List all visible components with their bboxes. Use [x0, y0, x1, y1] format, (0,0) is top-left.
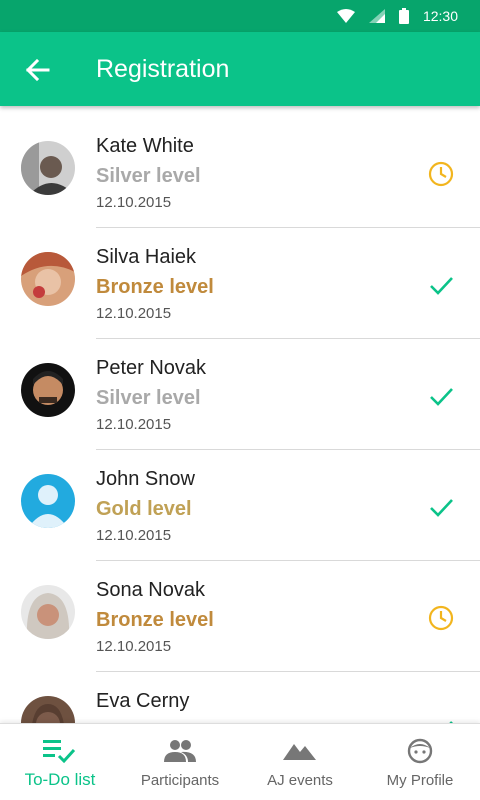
battery-icon: [398, 8, 409, 24]
avatar: [21, 252, 75, 306]
app-bar: Registration: [0, 32, 480, 106]
nav-my-profile[interactable]: My Profile: [360, 724, 480, 800]
level-label: Bronze level: [96, 609, 214, 631]
participant-name: Sona Novak: [96, 579, 205, 601]
list-item[interactable]: Silva Haiek Bronze level 12.10.2015: [0, 228, 480, 339]
checkmark-icon: [430, 277, 453, 295]
wifi-icon: [336, 9, 355, 23]
nav-todo-list[interactable]: To-Do list: [0, 724, 120, 800]
people-icon: [164, 740, 196, 762]
participant-name: Peter Novak: [96, 357, 207, 379]
avatar: [21, 696, 75, 723]
page-title: Registration: [96, 55, 230, 83]
level-label: Silver level: [96, 387, 201, 409]
todo-check-icon: [43, 740, 76, 764]
registration-list: Kate White Silver level 12.10.2015 Silva…: [0, 117, 480, 723]
registration-date: 12.10.2015: [96, 638, 172, 655]
mountains-icon: [283, 744, 316, 760]
list-item[interactable]: Sona Novak Bronze level 12.10.2015: [0, 561, 480, 672]
participant-name: John Snow: [96, 468, 195, 490]
level-label: Bronze level: [96, 276, 214, 298]
nav-label: AJ events: [267, 772, 333, 789]
status-time: 12:30: [422, 8, 458, 24]
checkmark-icon: [430, 499, 453, 517]
list-item[interactable]: Peter Novak Silver level 12.10.2015: [0, 339, 480, 450]
avatar: [21, 363, 75, 417]
registration-date: 12.10.2015: [96, 416, 172, 433]
avatar: [21, 141, 75, 195]
bottom-navigation: To-Do list Participants AJ events My Pro…: [0, 723, 480, 800]
checkmark-icon: [449, 721, 453, 723]
avatar: [21, 585, 75, 639]
nav-aj-events[interactable]: AJ events: [240, 724, 360, 800]
registration-date: 12.10.2015: [96, 194, 172, 211]
status-bar: 12:30: [0, 0, 480, 32]
clock-icon: [428, 605, 454, 631]
nav-participants[interactable]: Participants: [120, 724, 240, 800]
back-arrow-icon[interactable]: [20, 53, 54, 87]
level-label: Silver level: [96, 165, 201, 187]
avatar-placeholder-icon: [21, 474, 75, 528]
nav-label: To-Do list: [24, 770, 96, 789]
clock-icon: [428, 161, 454, 187]
participant-name: Kate White: [96, 135, 194, 157]
level-label: Gold level: [96, 498, 192, 520]
registration-date: 12.10.2015: [96, 527, 172, 544]
face-icon: [407, 738, 433, 764]
list-item[interactable]: Eva Cerny: [0, 672, 480, 723]
nav-label: My Profile: [386, 772, 454, 789]
list-item[interactable]: Kate White Silver level 12.10.2015: [0, 117, 480, 228]
nav-label: Participants: [140, 772, 220, 789]
registration-date: 12.10.2015: [96, 305, 172, 322]
list-item[interactable]: John Snow Gold level 12.10.2015: [0, 450, 480, 561]
signal-icon: [368, 9, 385, 23]
participant-name: Silva Haiek: [96, 246, 197, 268]
checkmark-icon: [430, 388, 453, 406]
participant-name: Eva Cerny: [96, 690, 190, 712]
